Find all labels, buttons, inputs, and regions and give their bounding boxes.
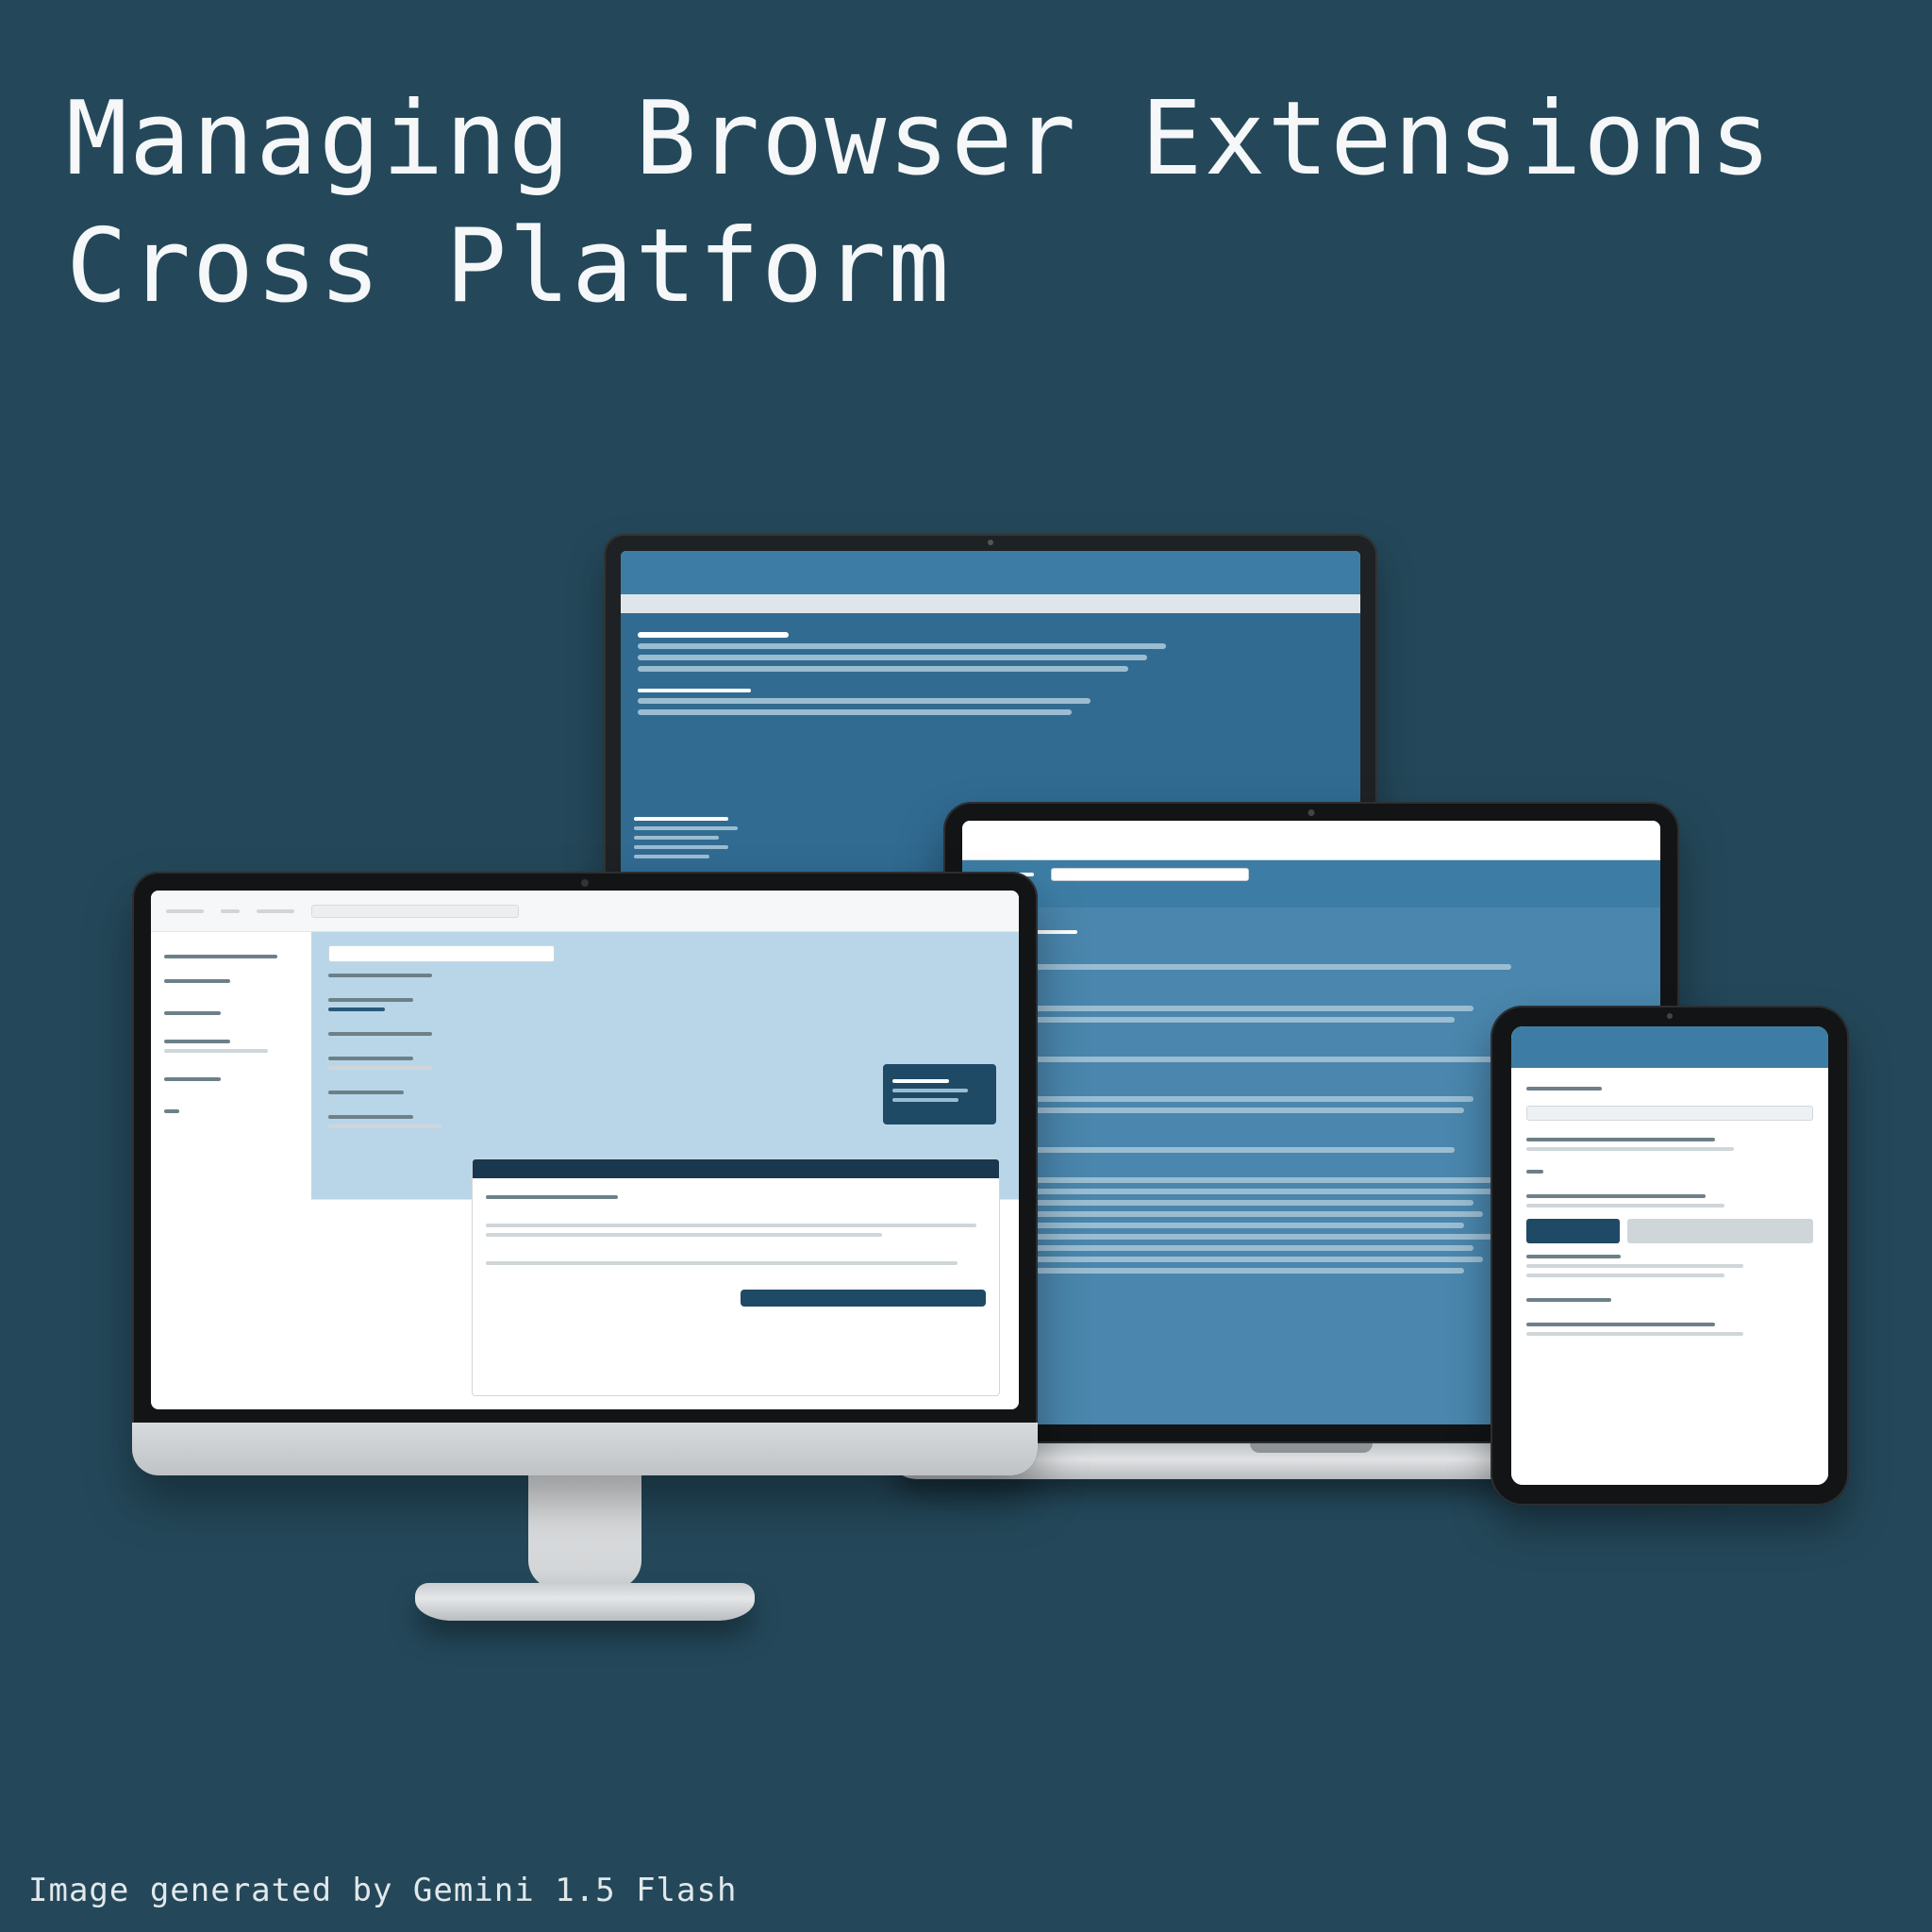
laptop-window-chrome <box>962 821 1660 860</box>
imac-window-chrome <box>151 891 1019 932</box>
tablet-search-input[interactable] <box>1526 1106 1813 1121</box>
imac-frame <box>132 872 1038 1475</box>
imac-chin <box>132 1423 1038 1475</box>
device-tablet <box>1491 1006 1849 1506</box>
imac-bottom-panel <box>472 1158 1000 1396</box>
imac-stand-base <box>415 1583 755 1621</box>
rear-toolbar <box>621 594 1360 613</box>
imac-callout-card[interactable] <box>883 1064 996 1124</box>
camera-icon <box>581 879 589 887</box>
imac-stand-neck <box>528 1475 641 1589</box>
imac-address-bar[interactable] <box>311 905 519 918</box>
imac-sidebar <box>151 932 311 1409</box>
imac-screen <box>151 891 1019 1409</box>
imac-action-button[interactable] <box>741 1290 986 1307</box>
tablet-frame <box>1491 1006 1849 1506</box>
imac-body <box>151 932 1019 1409</box>
tablet-header-bar <box>1511 1026 1828 1068</box>
camera-icon <box>1667 1013 1673 1019</box>
tablet-primary-button[interactable] <box>1526 1219 1620 1243</box>
footer-caption: Image generated by Gemini 1.5 Flash <box>28 1872 737 1909</box>
camera-icon <box>1308 809 1315 816</box>
tablet-screen <box>1511 1026 1828 1485</box>
imac-main <box>311 932 1019 1409</box>
imac-search-input[interactable] <box>328 945 555 962</box>
device-imac <box>132 872 1038 1621</box>
tablet-secondary-button[interactable] <box>1627 1219 1813 1243</box>
camera-icon <box>988 540 993 545</box>
laptop-header-bar <box>962 860 1660 908</box>
rear-header-bar <box>621 551 1360 594</box>
device-mockup-stage <box>0 0 1932 1932</box>
imac-panel-header <box>473 1159 999 1178</box>
tablet-content <box>1511 1068 1828 1485</box>
